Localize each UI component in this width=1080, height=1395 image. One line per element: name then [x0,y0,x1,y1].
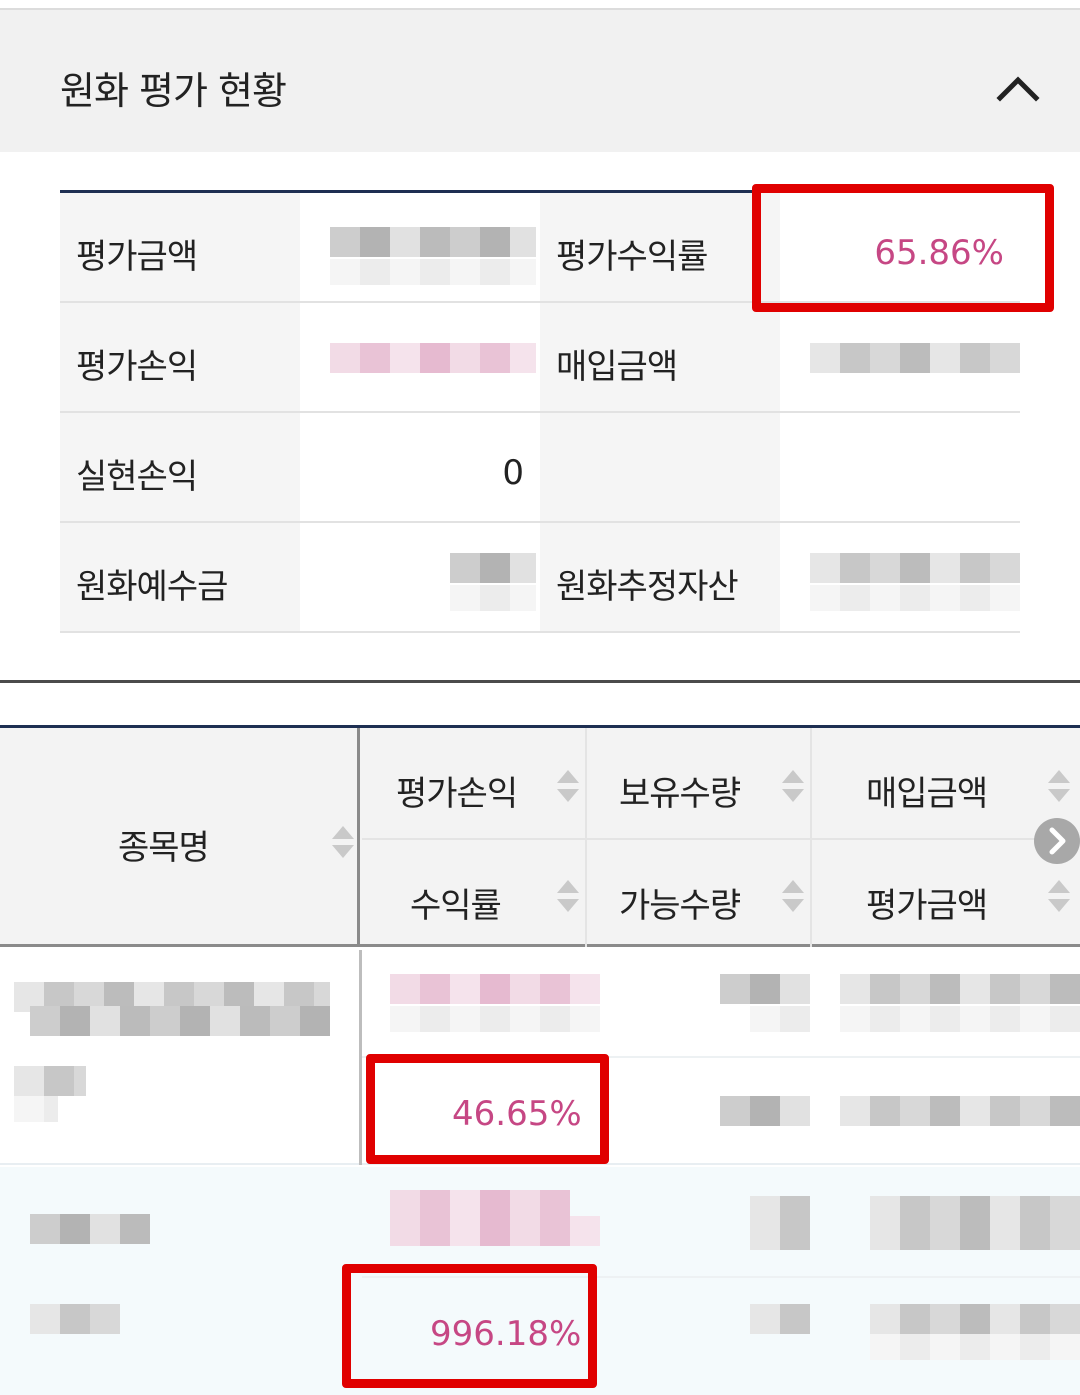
section-title: 원화 평가 현황 [60,69,287,113]
krw-deposit-label: 원화예수금 [76,567,228,607]
sort-icon[interactable] [1046,768,1072,804]
sort-icon[interactable] [330,824,356,860]
highlight-box [366,1054,609,1164]
sort-icon[interactable] [555,878,581,914]
summary-row: 원화예수금 원화추정자산 [60,523,1020,633]
header-available-qty[interactable]: 가능수량 [587,840,810,950]
krw-deposit-value [300,523,540,631]
eval-pnl-label: 평가손익 [76,347,198,387]
section-header[interactable]: 원화 평가 현황 [0,8,1080,152]
krw-est-assets-value [780,523,1020,631]
header-eval-pnl[interactable]: 평가손익 [362,728,585,838]
sort-icon[interactable] [555,768,581,804]
purchase-amount-value [780,303,1020,411]
chevron-up-icon[interactable] [990,62,1046,118]
holdings-header: 종목명 평가손익 보유수량 매입금액 수익률 가능수량 평가금액 [0,725,1080,947]
krw-est-assets-label: 원화추정자산 [556,567,739,607]
chevron-right-icon [1049,827,1066,855]
eval-amount-value [300,193,540,301]
purchase-amount-label: 매입금액 [556,347,678,387]
eval-amount-label: 평가금액 [76,237,198,277]
summary-row: 실현손익 0 [60,413,1020,523]
highlight-box [342,1264,597,1388]
sort-icon[interactable] [780,878,806,914]
eval-return-rate-label: 평가수익률 [556,237,708,277]
header-return-rate[interactable]: 수익률 [362,840,585,950]
header-name[interactable]: 종목명 [0,728,360,947]
eval-pnl-value [300,303,540,411]
realized-pnl-label: 실현손익 [76,457,198,497]
sort-icon[interactable] [1046,878,1072,914]
summary-row: 평가손익 매입금액 [60,303,1020,413]
header-holding-qty[interactable]: 보유수량 [587,728,810,838]
highlight-box [752,184,1054,312]
realized-pnl-value: 0 [502,453,524,493]
section-divider [0,680,1080,683]
scroll-right-button[interactable] [1034,818,1080,864]
sort-icon[interactable] [780,768,806,804]
